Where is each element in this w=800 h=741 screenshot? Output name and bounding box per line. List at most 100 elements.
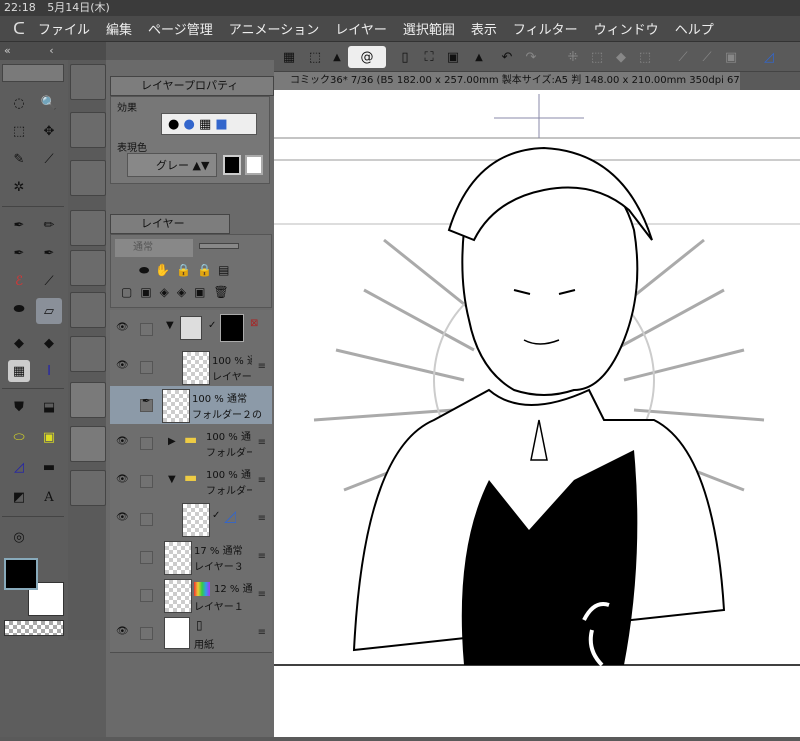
transform-icon[interactable]: ⬚ <box>304 46 326 68</box>
layer-tab[interactable]: レイヤー <box>110 214 230 234</box>
move-icon[interactable]: ◌ <box>8 92 30 114</box>
layer-menu-icon[interactable]: ≡ <box>258 475 266 486</box>
blend-icon[interactable]: ⟋ <box>38 270 60 292</box>
layer-row-selected[interactable]: ✒ 100 % 通常 フォルダー２の <box>110 386 272 425</box>
frame-icon[interactable]: ▣ <box>38 426 60 448</box>
subtool-1-icon[interactable] <box>70 64 106 100</box>
layer-row[interactable]: 12 % 通 レイヤー１ ≡ <box>110 576 272 615</box>
layer-checkbox[interactable] <box>140 323 153 336</box>
layer-menu-icon[interactable]: ≡ <box>258 627 266 638</box>
visibility-eye-icon[interactable]: 👁 <box>116 360 129 371</box>
folder-expand-icon[interactable]: ▶ <box>168 436 176 447</box>
opacity-slider[interactable] <box>199 243 239 249</box>
layer-row[interactable]: 👁 100 % 通 レイヤー５ ≡ <box>110 348 272 387</box>
deselect-icon[interactable]: ⬚ <box>586 46 608 68</box>
snap-icon[interactable]: ⟋ <box>696 46 718 68</box>
blend-mode-select[interactable]: 通常 <box>115 239 193 257</box>
layer-row[interactable]: 👁 ✓ ◿ ≡ <box>110 500 272 539</box>
layer-row[interactable]: 👁 ▶ ▬ 100 % 通 フォルダー ≡ <box>110 424 272 463</box>
spiral-icon[interactable]: @ <box>348 46 386 68</box>
layer-checkbox[interactable] <box>140 627 153 640</box>
layer-checkbox[interactable] <box>140 361 153 374</box>
layer-checkbox[interactable] <box>140 589 153 602</box>
layer-menu-icon[interactable]: ≡ <box>258 437 266 448</box>
ruler-snap-icon[interactable]: ◿ <box>758 46 780 68</box>
subtool-2-icon[interactable] <box>70 112 106 148</box>
layer-checkbox[interactable] <box>140 551 153 564</box>
airbrush-icon[interactable]: ✒ <box>38 242 60 264</box>
app-logo-icon[interactable]: ᑕ <box>0 19 38 38</box>
brush-icon[interactable]: ✒ <box>8 242 30 264</box>
layer-row[interactable]: 17 % 通常 レイヤー３ ≡ <box>110 538 272 577</box>
visibility-eye-icon[interactable]: 👁 <box>116 626 129 637</box>
subtool-8-icon[interactable] <box>70 470 106 506</box>
visibility-eye-icon[interactable]: 👁 <box>116 474 129 485</box>
folder-expand-icon[interactable]: ▼ <box>166 320 174 331</box>
tool-tab[interactable] <box>2 64 64 82</box>
clear-icon[interactable]: ◆ <box>610 46 632 68</box>
layer-lock-icons[interactable]: ⬬✋🔒🔒▤ <box>139 263 269 281</box>
document-tab[interactable]: コミック36* 7/36 (B5 182.00 x 257.00mm 製本サイズ… <box>274 72 740 90</box>
redo-icon[interactable]: ↷ <box>520 46 542 68</box>
correct-line-icon[interactable]: ◎ <box>8 526 30 548</box>
layer-row[interactable]: 👁 ▼ ▬ 100 % 通 フォルダー ≡ <box>110 462 272 501</box>
menu-animation[interactable]: アニメーション <box>229 19 319 38</box>
menu-view[interactable]: 表示 <box>471 19 497 38</box>
eyedropper-icon[interactable]: ⟋ <box>38 148 60 170</box>
paint-bucket-icon[interactable]: ⛊ <box>8 396 30 418</box>
grid-icon[interactable]: ▦ <box>278 46 300 68</box>
fill-tool-icon[interactable]: ⬓ <box>38 396 60 418</box>
transparent-color-swatch[interactable] <box>4 620 64 636</box>
main-color-swatch[interactable] <box>4 558 38 590</box>
layer-checkbox[interactable] <box>140 437 153 450</box>
subtool-7-icon[interactable] <box>70 336 106 372</box>
layer-checkbox[interactable] <box>140 513 153 526</box>
menu-help[interactable]: ヘルプ <box>675 19 714 38</box>
subtool-6-icon[interactable] <box>70 292 106 328</box>
transform-2-icon[interactable]: ⬚ <box>634 46 656 68</box>
fill-icon[interactable]: ◆ <box>8 332 30 354</box>
stepper-2-icon[interactable]: ▲ <box>468 46 490 68</box>
visibility-eye-icon[interactable]: 👁 <box>116 512 129 523</box>
expression-color-select[interactable]: グレー ▲▼ <box>127 153 217 177</box>
menu-layer[interactable]: レイヤー <box>335 19 387 38</box>
pen-icon[interactable]: ✒ <box>8 214 30 236</box>
figure-icon[interactable]: ⬭ <box>8 426 30 448</box>
menu-window[interactable]: ウィンドウ <box>594 19 659 38</box>
visibility-eye-icon[interactable]: 👁 <box>116 436 129 447</box>
layer-row[interactable]: 👁 ▼ ✓ ⊠ <box>110 310 272 349</box>
zoom-icon[interactable]: 🔍 <box>38 92 60 114</box>
menu-selection[interactable]: 選択範囲 <box>403 19 455 38</box>
menu-edit[interactable]: 編集 <box>106 19 132 38</box>
text-tool-icon[interactable]: A <box>38 486 60 508</box>
layer-checkbox[interactable] <box>140 475 153 488</box>
eraser-selected-icon[interactable]: ▱ <box>36 298 62 324</box>
fill-2-icon[interactable]: ◆ <box>38 332 60 354</box>
layer-menu-icon[interactable]: ≡ <box>258 513 266 524</box>
select-all-icon[interactable]: ⁜ <box>562 46 584 68</box>
gradient-icon[interactable]: ◩ <box>8 486 30 508</box>
layer-row[interactable]: 👁 ▯ 用紙 ≡ <box>110 614 272 653</box>
folder-collapse-icon[interactable]: ▼ <box>168 474 176 485</box>
text-icon[interactable]: Ⅰ <box>38 360 60 382</box>
layer-property-tab[interactable]: レイヤープロパティ <box>110 76 274 96</box>
layer-property-tab-icon[interactable] <box>70 382 106 418</box>
operation-icon[interactable]: ⬚ <box>8 120 30 142</box>
ruler-off-icon[interactable]: ⟋ <box>672 46 694 68</box>
balloon-icon[interactable]: ▬ <box>38 456 60 478</box>
decoration-icon[interactable]: ℰ <box>8 270 30 292</box>
expression-black-button[interactable] <box>223 155 241 175</box>
menu-file[interactable]: ファイル <box>38 19 90 38</box>
open-icon[interactable]: ⛶ <box>418 46 440 68</box>
selection-icon[interactable]: ✎ <box>8 148 30 170</box>
menu-page[interactable]: ページ管理 <box>148 19 213 38</box>
frame-border-icon[interactable]: ▣ <box>720 46 742 68</box>
layer-menu-icon[interactable]: ≡ <box>258 589 266 600</box>
collapse-left-icon[interactable]: « ‹ <box>0 42 106 60</box>
expression-white-button[interactable] <box>245 155 263 175</box>
object-icon[interactable]: ✥ <box>38 120 60 142</box>
stepper-icon[interactable]: ▲ <box>326 46 348 68</box>
undo-icon[interactable]: ↶ <box>496 46 518 68</box>
layer-tab-icon[interactable] <box>70 426 106 462</box>
menu-filter[interactable]: フィルター <box>513 19 578 38</box>
